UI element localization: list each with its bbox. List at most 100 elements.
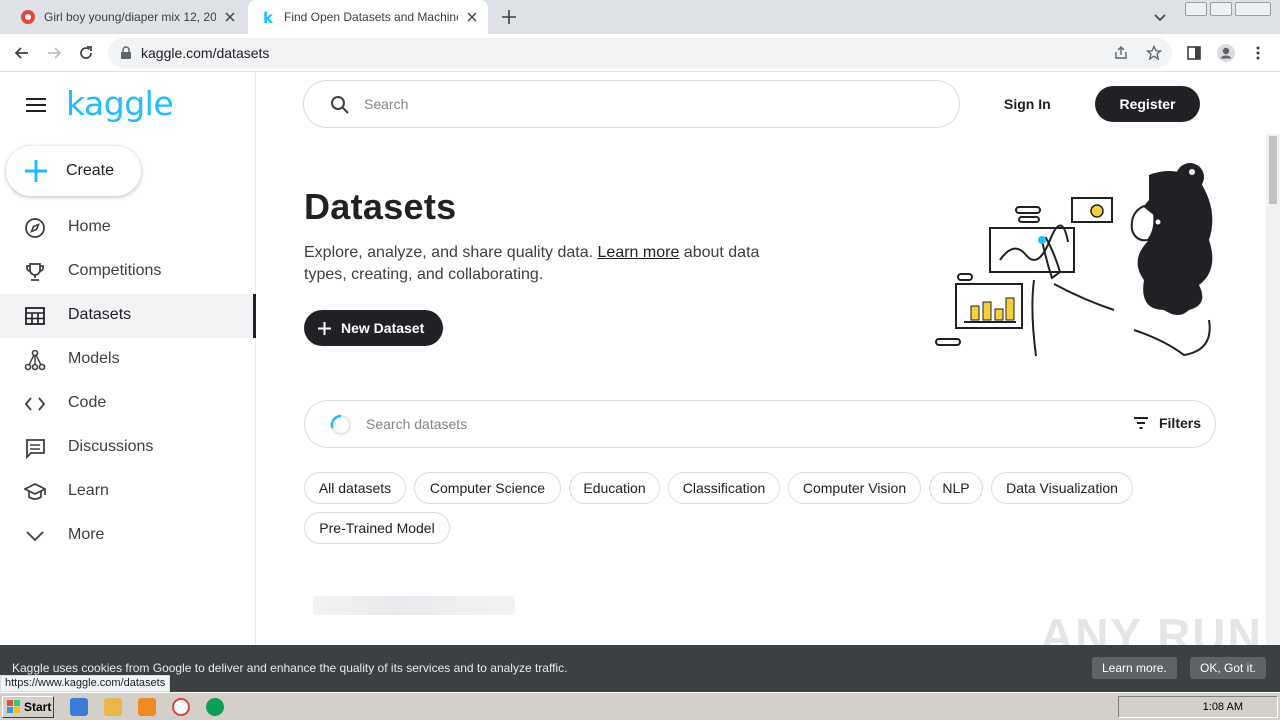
back-button[interactable] bbox=[11, 42, 33, 64]
new-dataset-label: New Dataset bbox=[341, 320, 425, 336]
filters-button[interactable]: Filters bbox=[1133, 415, 1201, 431]
plus-icon bbox=[318, 321, 331, 335]
chevron-down-icon bbox=[24, 525, 46, 547]
sidebar-item-models[interactable]: Models bbox=[0, 338, 256, 382]
sidebar-item-label: Home bbox=[68, 218, 111, 235]
sidebar-item-label: Code bbox=[68, 394, 107, 411]
cookie-learn-more-button[interactable]: Learn more. bbox=[1092, 657, 1177, 679]
sidebar-item-label: Competitions bbox=[68, 262, 162, 279]
edge-icon[interactable] bbox=[206, 698, 224, 716]
chip-classification[interactable]: Classification bbox=[668, 472, 780, 504]
close-tab-icon[interactable] bbox=[222, 9, 238, 25]
kaggle-page: kaggle Create Home Competitions Datasets… bbox=[0, 72, 1280, 645]
windows-taskbar: Start 1:08 AM bbox=[0, 692, 1280, 720]
new-tab-icon[interactable] bbox=[499, 7, 519, 27]
kaggle-logo[interactable]: kaggle bbox=[66, 84, 174, 123]
sidebar-item-more[interactable]: More bbox=[0, 514, 256, 558]
create-label: Create bbox=[66, 162, 115, 179]
hero-illustration bbox=[935, 163, 1213, 357]
chip-education[interactable]: Education bbox=[569, 472, 660, 504]
create-button[interactable]: Create bbox=[6, 146, 141, 196]
share-icon[interactable] bbox=[1113, 45, 1129, 61]
new-dataset-button[interactable]: New Dataset bbox=[304, 310, 443, 346]
restore-window-button[interactable] bbox=[1210, 2, 1232, 16]
status-bar-url: https://www.kaggle.com/datasets bbox=[0, 675, 171, 692]
sidebar-item-code[interactable]: Code bbox=[0, 382, 256, 426]
code-icon bbox=[24, 393, 46, 415]
page-scrollbar[interactable] bbox=[1266, 134, 1280, 645]
scrollbar-thumb[interactable] bbox=[1269, 136, 1277, 204]
reload-icon bbox=[80, 46, 92, 59]
filters-label: Filters bbox=[1158, 415, 1201, 431]
sidebar-item-label: Learn bbox=[68, 482, 109, 499]
arrow-left-icon bbox=[14, 47, 28, 59]
cookie-ok-button[interactable]: OK, Got it. bbox=[1190, 657, 1267, 679]
sidebar-item-learn[interactable]: Learn bbox=[0, 470, 256, 514]
search-icon bbox=[331, 96, 349, 114]
chrome-icon[interactable] bbox=[172, 698, 190, 716]
main-content: Search Sign In Register Datasets Explore… bbox=[257, 72, 1267, 645]
sidebar-item-discussions[interactable]: Discussions bbox=[0, 426, 256, 470]
start-label: Start bbox=[24, 700, 52, 714]
hamburger-menu-icon[interactable] bbox=[26, 97, 46, 113]
folder-icon[interactable] bbox=[104, 698, 122, 716]
sidebar-item-label: Models bbox=[68, 350, 120, 367]
cookie-message: Kaggle uses cookies from Google to deliv… bbox=[12, 661, 568, 675]
sidebar-item-datasets[interactable]: Datasets bbox=[0, 294, 256, 338]
forward-button[interactable] bbox=[43, 42, 65, 64]
sidebar-item-home[interactable]: Home bbox=[0, 206, 256, 250]
profile-button[interactable] bbox=[1215, 42, 1237, 64]
table-icon bbox=[24, 305, 46, 327]
close-window-button[interactable] bbox=[1235, 2, 1271, 16]
chip-computer-science[interactable]: Computer Science bbox=[414, 472, 561, 504]
filter-icon bbox=[1133, 417, 1148, 429]
more-vertical-icon bbox=[1256, 46, 1260, 60]
models-icon bbox=[24, 349, 46, 371]
description-text: Explore, analyze, and share quality data… bbox=[304, 244, 598, 261]
page-description: Explore, analyze, and share quality data… bbox=[304, 242, 774, 286]
side-panel-button[interactable] bbox=[1183, 42, 1205, 64]
loading-skeleton bbox=[313, 596, 515, 615]
plus-icon bbox=[25, 160, 47, 182]
sidebar-item-competitions[interactable]: Competitions bbox=[0, 250, 256, 294]
address-bar[interactable]: kaggle.com/datasets bbox=[108, 38, 1172, 68]
ie-icon[interactable] bbox=[70, 698, 88, 716]
chip-computer-vision[interactable]: Computer Vision bbox=[788, 472, 921, 504]
close-tab-icon[interactable] bbox=[464, 9, 480, 25]
avatar-icon bbox=[1217, 44, 1235, 62]
start-button[interactable]: Start bbox=[2, 696, 54, 718]
tab-background[interactable]: Girl boy young/diaper mix 12, 2020( bbox=[8, 0, 246, 34]
chip-data-visualization[interactable]: Data Visualization bbox=[991, 472, 1133, 504]
search-input[interactable]: Search bbox=[303, 80, 960, 128]
register-button[interactable]: Register bbox=[1095, 86, 1200, 122]
dataset-search-input[interactable]: Search datasets Filters bbox=[304, 400, 1216, 448]
reload-button[interactable] bbox=[75, 42, 97, 64]
search-placeholder: Search bbox=[364, 96, 409, 112]
side-panel-icon bbox=[1187, 46, 1201, 60]
chevron-down-icon[interactable] bbox=[1152, 9, 1168, 25]
sign-in-button[interactable]: Sign In bbox=[1004, 96, 1051, 112]
tab-title: Find Open Datasets and Machine Le bbox=[284, 10, 458, 24]
chrome-menu-button[interactable] bbox=[1247, 42, 1269, 64]
media-player-icon[interactable] bbox=[138, 698, 156, 716]
chip-nlp[interactable]: NLP bbox=[929, 472, 983, 504]
arrow-right-icon bbox=[48, 47, 62, 59]
sidebar-item-label: Discussions bbox=[68, 438, 154, 455]
kaggle-favicon-icon: k bbox=[263, 9, 274, 25]
minimize-window-button[interactable] bbox=[1185, 2, 1207, 16]
chip-pre-trained-model[interactable]: Pre-Trained Model bbox=[304, 512, 450, 544]
clock: 1:08 AM bbox=[1202, 701, 1243, 713]
svg-text:k: k bbox=[263, 9, 274, 25]
browser-tab-strip: Girl boy young/diaper mix 12, 2020( k Fi… bbox=[0, 0, 1280, 34]
dataset-search-placeholder: Search datasets bbox=[366, 416, 468, 432]
star-icon[interactable] bbox=[1146, 45, 1162, 61]
cookie-banner: Kaggle uses cookies from Google to deliv… bbox=[0, 645, 1280, 692]
page-title: Datasets bbox=[304, 186, 457, 227]
system-tray: 1:08 AM bbox=[1118, 696, 1278, 718]
loading-spinner-icon bbox=[330, 414, 352, 436]
learn-more-link[interactable]: Learn more bbox=[598, 244, 680, 261]
tab-active[interactable]: k Find Open Datasets and Machine Le bbox=[248, 0, 488, 34]
discussion-icon bbox=[24, 437, 46, 459]
chip-all-datasets[interactable]: All datasets bbox=[304, 472, 406, 504]
site-favicon-icon bbox=[21, 10, 35, 24]
